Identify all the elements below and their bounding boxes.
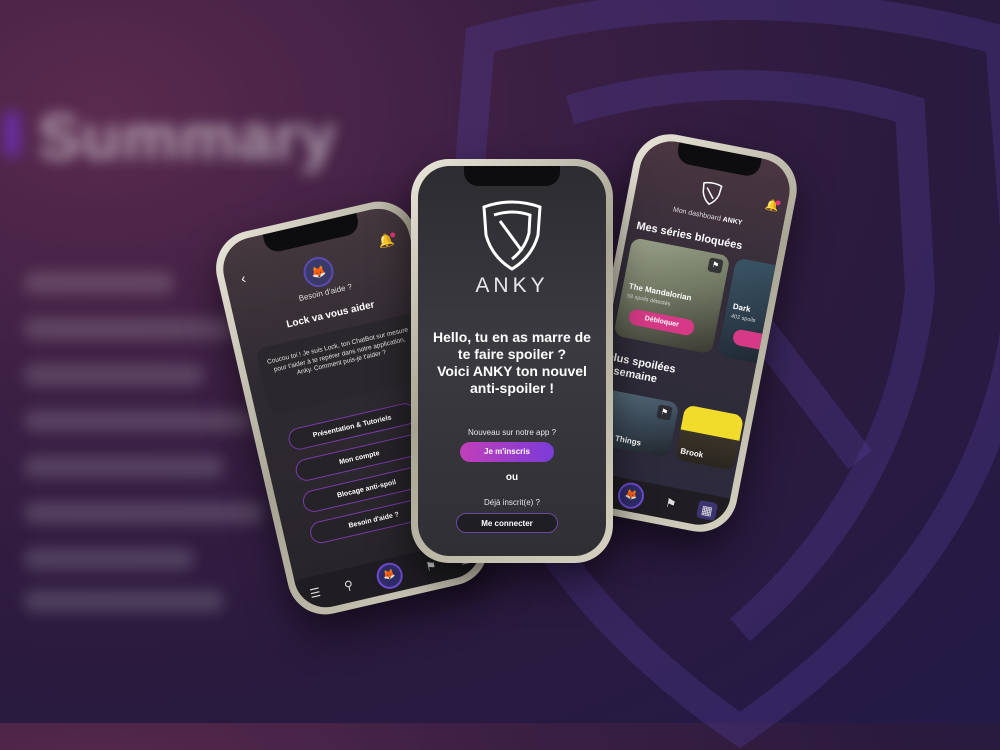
signup-button[interactable]: Je m'inscris <box>460 442 554 462</box>
grid-icon[interactable]: ▦ <box>695 499 719 522</box>
series-card-brooklyn[interactable]: Brook <box>674 404 745 471</box>
phone-welcome: ANKY Hello, tu en as marre de te faire s… <box>411 159 613 563</box>
menu-icon[interactable]: ☰ <box>308 585 322 601</box>
background-text-line <box>24 456 224 478</box>
welcome-screen: ANKY Hello, tu en as marre de te faire s… <box>418 166 606 556</box>
anky-logo-icon <box>482 200 542 271</box>
headline-line: Voici ANKY ton nouvel <box>437 363 587 379</box>
background-title: Summary <box>38 101 337 173</box>
background-text-line <box>24 590 224 612</box>
notification-dot <box>775 199 781 206</box>
background-accent-bar <box>4 112 20 156</box>
background-text-line <box>24 410 254 432</box>
brand-name: ANKY <box>475 274 549 297</box>
dashboard-prefix: Mon dashboard <box>672 206 722 223</box>
headline-line: te faire spoiler ? <box>457 346 567 362</box>
headline-line: Hello, tu en as marre de <box>433 329 591 345</box>
anky-logo-icon <box>702 181 723 206</box>
bookmark-icon[interactable]: ⚑ <box>664 496 677 512</box>
login-button[interactable]: Me connecter <box>456 513 558 533</box>
search-icon[interactable]: ⚲ <box>343 577 355 593</box>
lock-avatar-icon: 🦊 <box>300 254 337 291</box>
series-card-mandalorian[interactable]: ⚑ The Mandalorian 58 spoils détectés Déb… <box>613 237 731 355</box>
brooklyn-image <box>674 404 745 471</box>
back-arrow-icon[interactable]: ‹ <box>239 270 247 287</box>
lock-avatar-icon[interactable]: 🦊 <box>373 560 406 592</box>
lock-avatar-icon[interactable]: 🦊 <box>616 480 647 512</box>
welcome-headline: Hello, tu en as marre de te faire spoile… <box>426 329 598 397</box>
new-user-question: Nouveau sur notre app ? <box>467 428 557 437</box>
headline-line: anti-spoiler ! <box>469 380 554 396</box>
bookmark-icon[interactable]: ⚑ <box>656 404 673 421</box>
background-text-line <box>24 318 234 340</box>
background-text-line <box>24 364 204 386</box>
section-most-spoiled-title: plus spoilées a semaine <box>603 351 676 390</box>
existing-user-question: Déjà inscrit(e) ? <box>483 498 540 507</box>
background-text-line <box>24 272 174 294</box>
or-separator: ou <box>505 472 519 483</box>
phone-notch <box>464 166 560 186</box>
background-text-line <box>24 502 264 524</box>
background-text-line <box>24 548 194 570</box>
dashboard-brand: ANKY <box>722 216 743 227</box>
bookmark-icon[interactable]: ⚑ <box>707 257 724 274</box>
notification-dot <box>389 231 396 238</box>
